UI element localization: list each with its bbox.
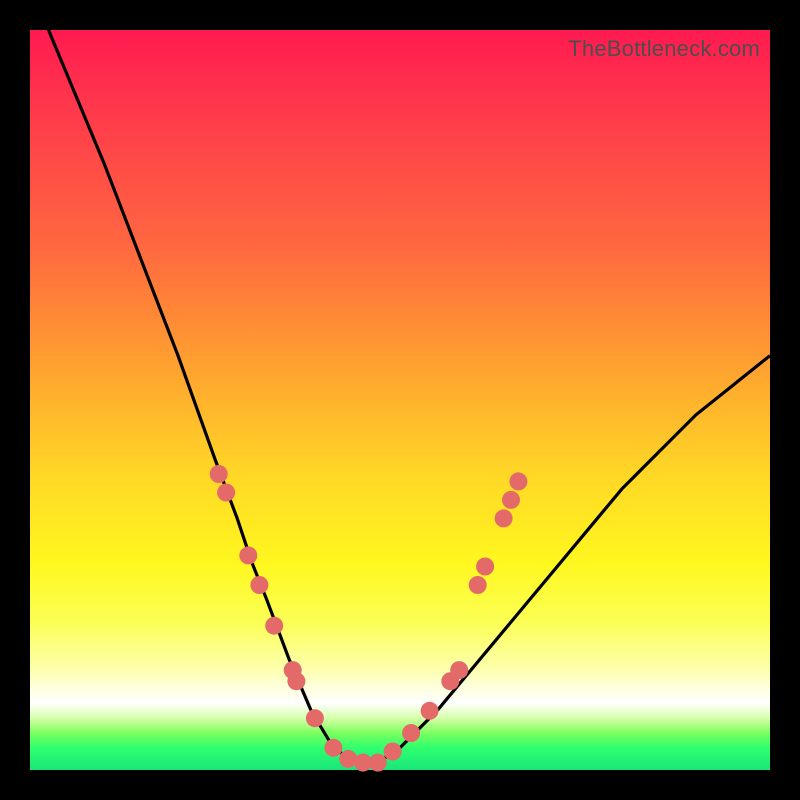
data-point [306,709,324,727]
data-point [239,546,257,564]
data-point [217,484,235,502]
curve-layer [30,30,770,770]
data-point [210,465,228,483]
data-point [502,491,520,509]
data-point [476,558,494,576]
data-point [450,661,468,679]
data-point [469,576,487,594]
plot-area: TheBottleneck.com [30,30,770,770]
data-point [287,672,305,690]
highlight-points [210,465,528,772]
data-point [250,576,268,594]
data-point [369,754,387,772]
chart-frame: TheBottleneck.com [0,0,800,800]
data-point [402,724,420,742]
data-point [509,472,527,490]
bottleneck-curve [30,0,770,763]
data-point [384,743,402,761]
data-point [495,509,513,527]
data-point [324,739,342,757]
data-point [265,617,283,635]
data-point [421,702,439,720]
